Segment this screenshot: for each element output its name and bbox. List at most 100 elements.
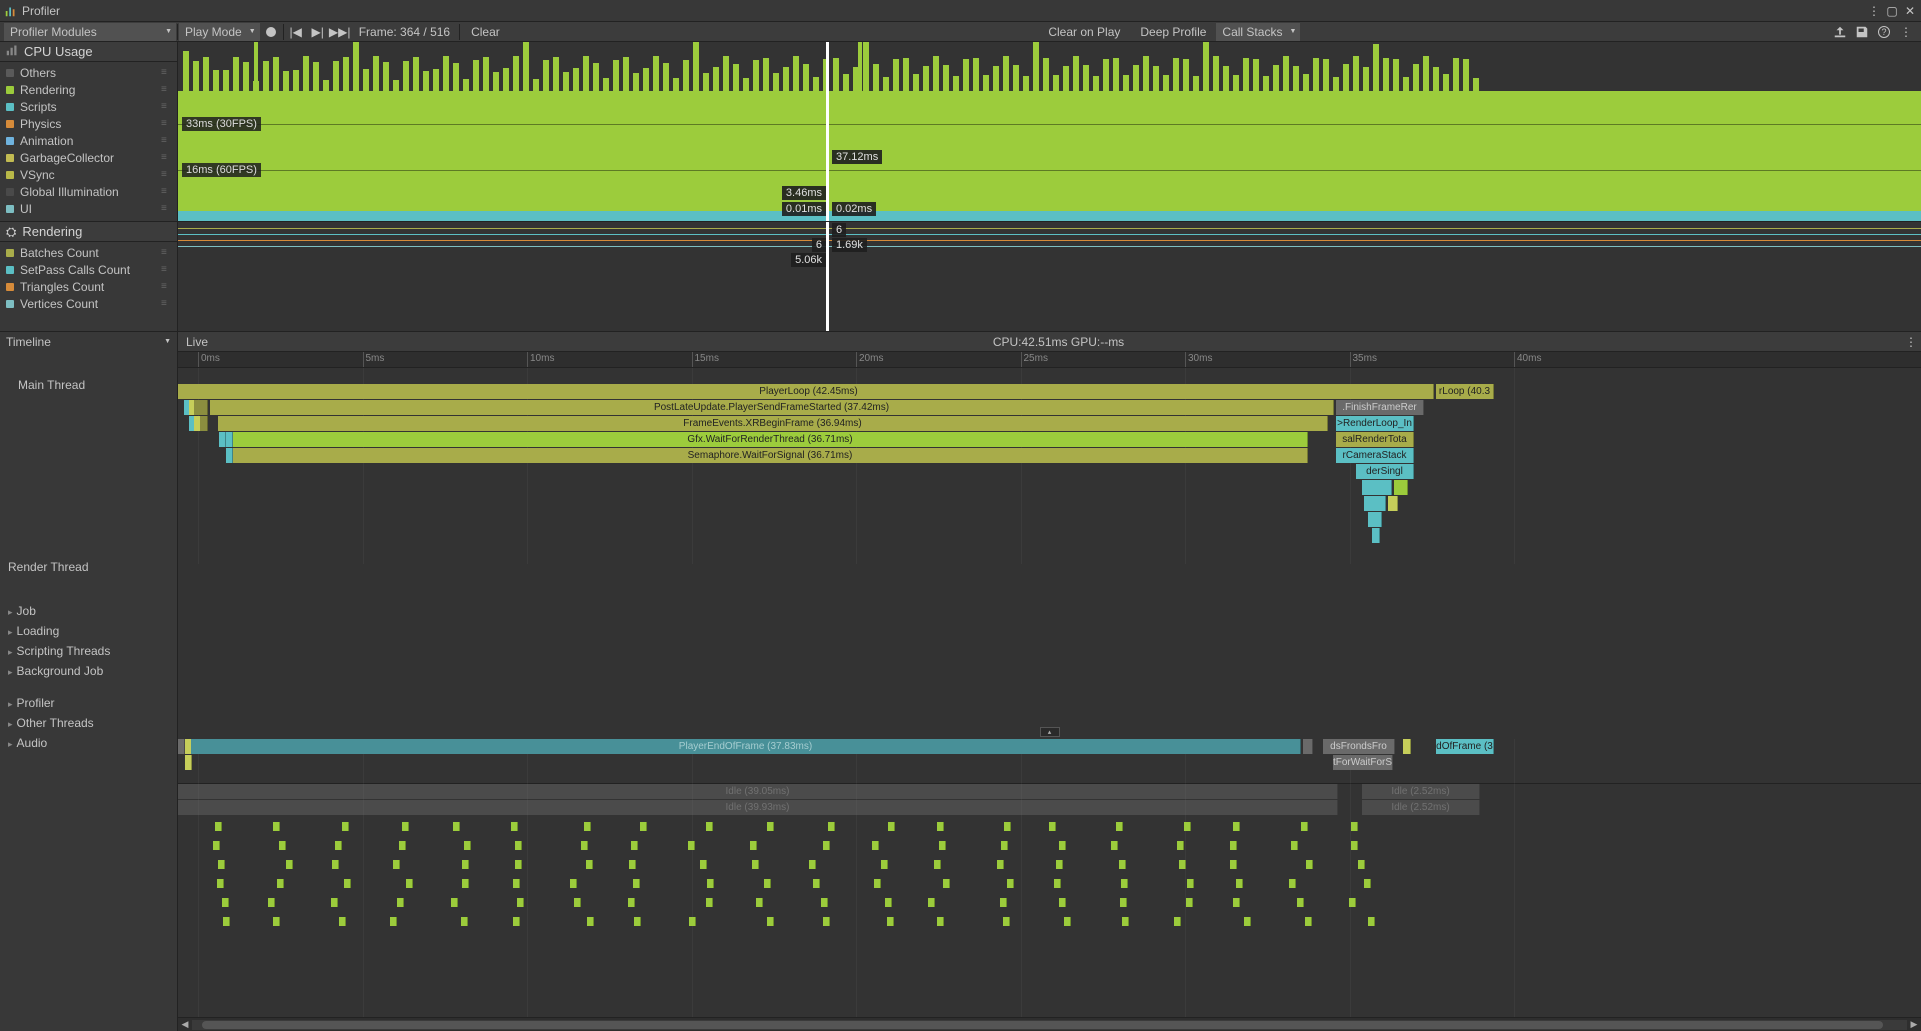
thread-foldout[interactable]: Loading — [0, 621, 177, 641]
bar-frameevents[interactable]: FrameEvents.XRBeginFrame (36.94ms) — [218, 416, 1328, 431]
rendering-header[interactable]: ⛭ Rendering — [0, 222, 177, 242]
h-scrollbar[interactable]: ◀ ▶ — [178, 1017, 1921, 1031]
rendering-legend: Batches Count≡SetPass Calls Count≡Triang… — [0, 242, 177, 314]
thread-foldout[interactable]: Scripting Threads — [0, 641, 177, 661]
record-button[interactable] — [260, 23, 282, 41]
legend-item[interactable]: Others≡ — [0, 64, 177, 81]
fps-30-label: 33ms (30FPS) — [182, 117, 261, 131]
render-thread-label[interactable]: Render Thread — [0, 557, 177, 577]
menu-icon[interactable]: ⋮ — [1895, 23, 1917, 41]
clear-on-play-button[interactable]: Clear on Play — [1038, 23, 1130, 41]
time-ruler: 0ms5ms10ms15ms20ms25ms30ms35ms40ms — [178, 352, 1921, 368]
legend-item[interactable]: Vertices Count≡ — [0, 295, 177, 312]
timeline-chart[interactable]: 0ms5ms10ms15ms20ms25ms30ms35ms40ms Playe… — [178, 352, 1921, 1031]
legend-item[interactable]: Batches Count≡ — [0, 244, 177, 261]
bar-semaphore[interactable]: Semaphore.WaitForSignal (36.71ms) — [233, 448, 1308, 463]
render-val-2: 1.69k — [832, 238, 867, 252]
cpu-usage-panel: CPU Usage Others≡Rendering≡Scripts≡Physi… — [0, 42, 1921, 222]
legend-item[interactable]: VSync≡ — [0, 166, 177, 183]
rendering-panel: ⛭ Rendering Batches Count≡SetPass Calls … — [0, 222, 1921, 332]
cpu-usage-header[interactable]: CPU Usage — [0, 42, 177, 62]
thread-foldout[interactable]: Profiler — [0, 693, 177, 713]
thread-foldout[interactable]: Job — [0, 601, 177, 621]
bar-playerloop[interactable]: PlayerLoop (42.45ms) — [184, 384, 1434, 399]
frame-counter: Frame: 364 / 516 — [351, 25, 458, 39]
timeline-options-icon[interactable]: ⋮ — [1901, 335, 1921, 349]
main-thread-label[interactable]: Main Thread — [0, 368, 177, 402]
bar-camerastack[interactable]: rCameraStack — [1336, 448, 1414, 463]
cpu-chart[interactable]: 33ms (30FPS) 16ms (60FPS) 37.12ms 0.02ms… — [178, 42, 1921, 221]
legend-item[interactable]: Physics≡ — [0, 115, 177, 132]
window-title: Profiler — [22, 4, 60, 18]
legend-item[interactable]: GarbageCollector≡ — [0, 149, 177, 166]
render-val-1: 6 — [832, 223, 846, 237]
timeline-body: Main Thread Render Thread JobLoadingScri… — [0, 352, 1921, 1031]
bar-renderloop[interactable]: >RenderLoop_In — [1336, 416, 1414, 431]
profiler-icon — [4, 4, 18, 18]
timeline-view-dropdown[interactable]: Timeline — [0, 332, 178, 352]
timeline-threads-sidebar: Main Thread Render Thread JobLoadingScri… — [0, 352, 178, 1031]
bar-idle-frag-1[interactable]: Idle (2.52ms) — [1362, 784, 1480, 799]
legend-item[interactable]: Animation≡ — [0, 132, 177, 149]
cpu-usage-title: CPU Usage — [24, 44, 93, 59]
bar-playerendofframe[interactable]: PlayerEndOfFrame (37.83ms) — [191, 739, 1301, 754]
legend-item[interactable]: Rendering≡ — [0, 81, 177, 98]
bar-salrender[interactable]: salRenderTota — [1336, 432, 1414, 447]
rendering-chart[interactable]: 6 6 1.69k 5.06k — [178, 222, 1921, 331]
toolbar: Profiler Modules Play Mode |◀ ▶| ▶▶| Fra… — [0, 22, 1921, 42]
legend-item[interactable]: Triangles Count≡ — [0, 278, 177, 295]
legend-item[interactable]: Scripts≡ — [0, 98, 177, 115]
load-icon[interactable] — [1829, 23, 1851, 41]
scrollbar-thumb[interactable] — [202, 1021, 1883, 1029]
live-button[interactable]: Live — [178, 333, 216, 351]
bar-finishframerer[interactable]: .FinishFrameRer — [1336, 400, 1424, 415]
scroll-left-icon[interactable]: ◀ — [178, 1019, 192, 1030]
hover-left-top: 3.46ms — [782, 186, 826, 200]
hover-right-bottom: 0.02ms — [832, 202, 876, 216]
bar-render-frag-a[interactable]: dsFrondsFro — [1323, 739, 1395, 754]
titlebar: Profiler ⋮ ▢ ✕ — [0, 0, 1921, 22]
legend-item[interactable]: Global Illumination≡ — [0, 183, 177, 200]
hover-right-top: 37.12ms — [832, 150, 882, 164]
thread-foldout[interactable]: Background Job — [0, 661, 177, 681]
thread-foldout[interactable]: Other Threads — [0, 713, 177, 733]
rendering-title: Rendering — [22, 224, 82, 239]
prev-frame-button[interactable]: |◀ — [285, 23, 307, 41]
deep-profile-button[interactable]: Deep Profile — [1130, 23, 1216, 41]
bar-render-frag-b[interactable]: tForWaitForS — [1333, 755, 1393, 770]
fps-60-label: 16ms (60FPS) — [182, 163, 261, 177]
bar-dersingl[interactable]: derSingl — [1356, 464, 1414, 479]
clear-button[interactable]: Clear — [461, 23, 510, 41]
profiler-modules-dropdown[interactable]: Profiler Modules — [4, 23, 176, 41]
timeline-status: CPU:42.51ms GPU:--ms — [216, 335, 1901, 349]
chart-icon — [6, 44, 18, 59]
bar-postlateupdate[interactable]: PostLateUpdate.PlayerSendFrameStarted (3… — [210, 400, 1334, 415]
thread-foldout[interactable]: Audio — [0, 733, 177, 753]
close-icon[interactable]: ✕ — [1903, 4, 1917, 18]
timeline-header: Timeline Live CPU:42.51ms GPU:--ms ⋮ — [0, 332, 1921, 352]
playhead[interactable] — [826, 42, 829, 221]
save-icon[interactable] — [1851, 23, 1873, 41]
maximize-icon[interactable]: ▢ — [1885, 4, 1899, 18]
render-val-2l: 6 — [812, 238, 826, 252]
legend-item[interactable]: UI≡ — [0, 200, 177, 217]
collapse-main-button[interactable]: ▴ — [1040, 727, 1060, 737]
last-frame-button[interactable]: ▶▶| — [329, 23, 351, 41]
cpu-legend: Others≡Rendering≡Scripts≡Physics≡Animati… — [0, 62, 177, 219]
context-menu-icon[interactable]: ⋮ — [1867, 4, 1881, 18]
help-icon[interactable]: ? — [1873, 23, 1895, 41]
next-frame-button[interactable]: ▶| — [307, 23, 329, 41]
bar-playerloop-next[interactable]: rLoop (40.3 — [1436, 384, 1494, 399]
call-stacks-dropdown[interactable]: Call Stacks — [1216, 23, 1300, 41]
bar-gfxwait[interactable]: Gfx.WaitForRenderThread (36.71ms) — [233, 432, 1308, 447]
bar-render-frag-c[interactable]: dOfFrame (3 — [1436, 739, 1494, 754]
scroll-right-icon[interactable]: ▶ — [1907, 1019, 1921, 1030]
play-mode-dropdown[interactable]: Play Mode — [179, 23, 260, 41]
hover-left-bottom: 0.01ms — [782, 202, 826, 216]
legend-item[interactable]: SetPass Calls Count≡ — [0, 261, 177, 278]
playhead-rendering[interactable] — [826, 222, 829, 331]
bar-idle-1[interactable]: Idle (39.05ms) — [178, 784, 1338, 799]
bar-idle-frag-2[interactable]: Idle (2.52ms) — [1362, 800, 1480, 815]
gear-icon: ⛭ — [6, 224, 16, 240]
bar-idle-2[interactable]: Idle (39.93ms) — [178, 800, 1338, 815]
